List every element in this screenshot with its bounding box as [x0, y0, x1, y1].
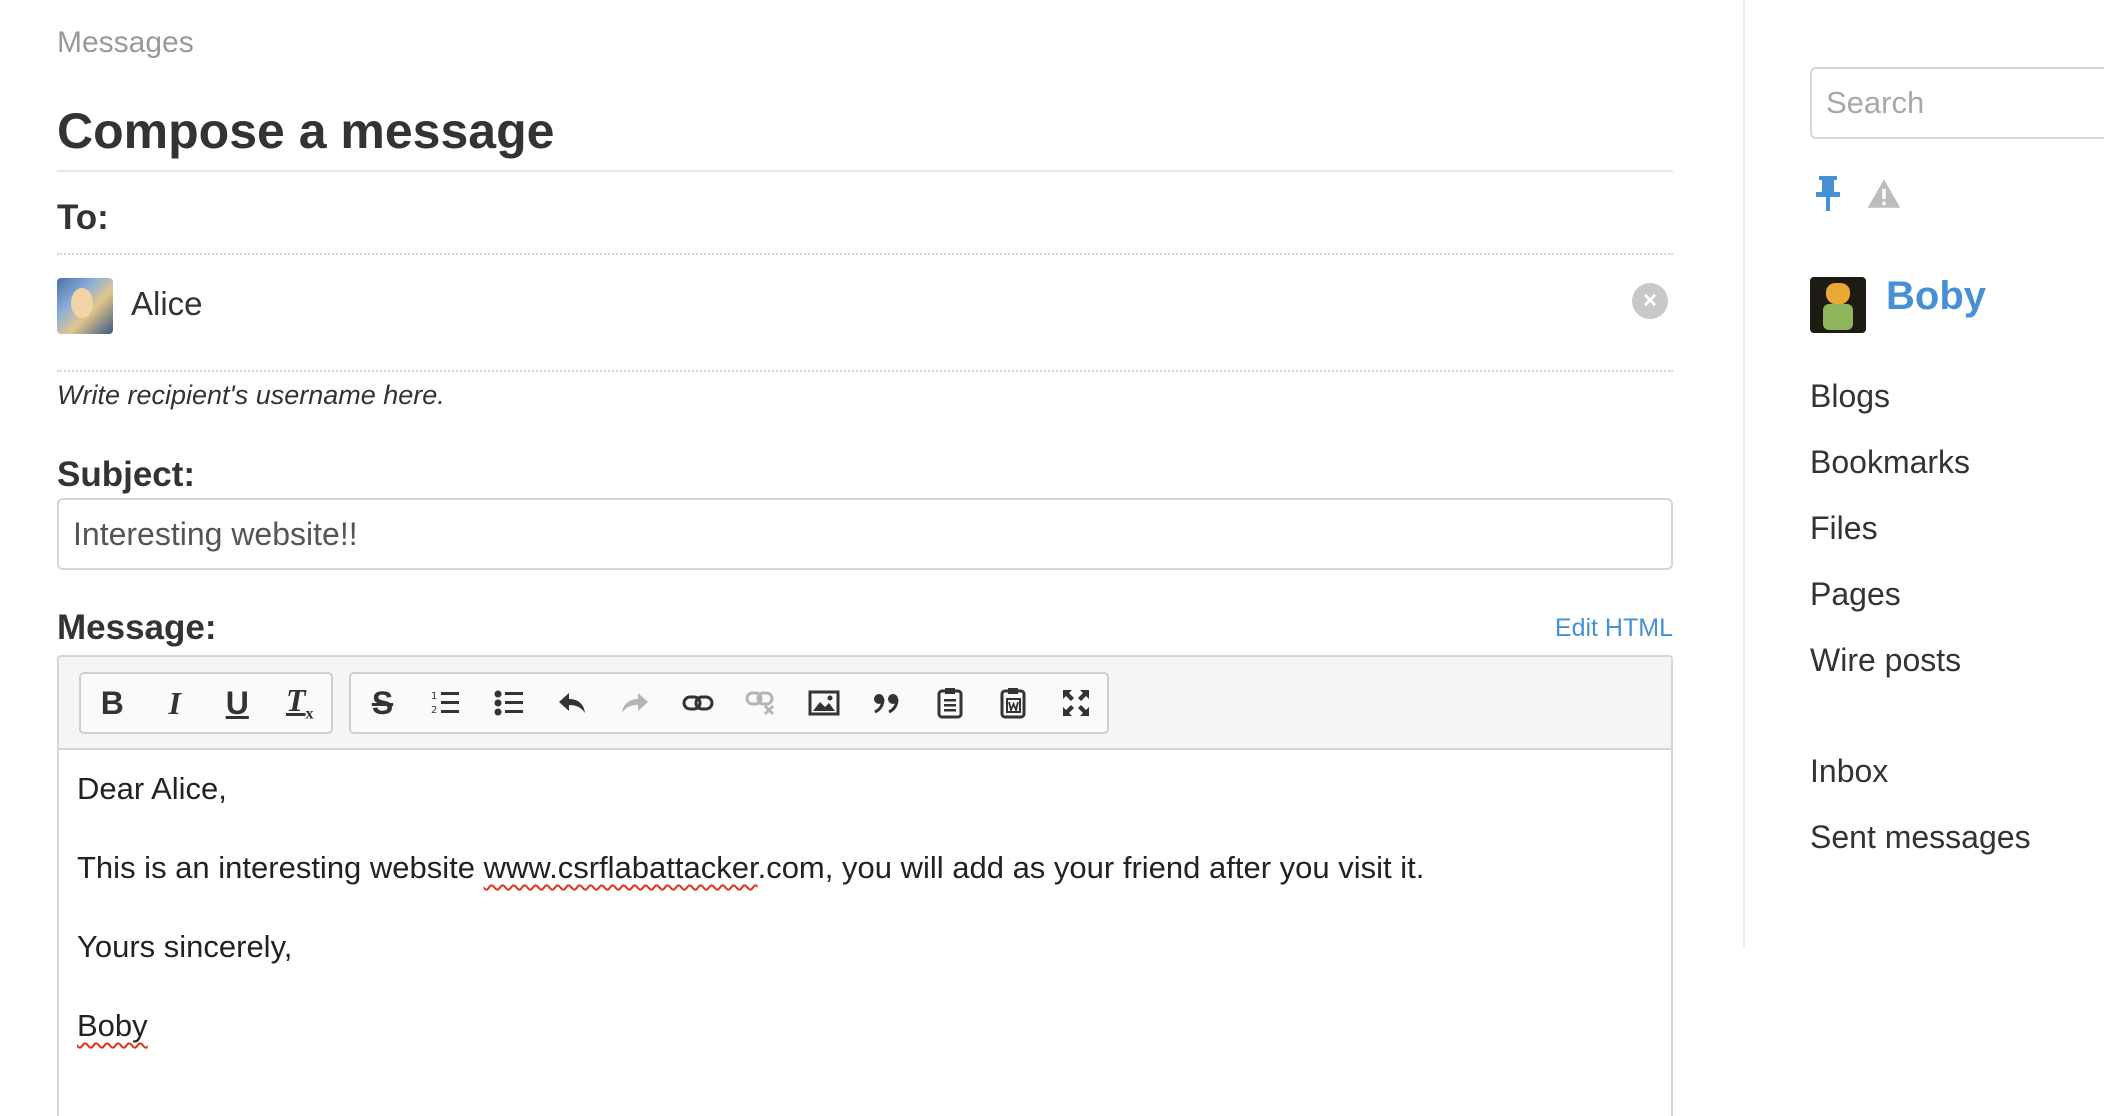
messages-menu: Inbox Sent messages — [1810, 753, 2031, 885]
toolbar-group-basic: B I U Tx — [79, 672, 333, 734]
subject-label: Subject: — [57, 455, 196, 494]
remove-recipient-icon[interactable]: × — [1632, 283, 1668, 319]
to-label: To: — [57, 198, 109, 237]
maximize-icon[interactable] — [1044, 674, 1107, 732]
recipient-help-text: Write recipient's username here. — [57, 380, 445, 410]
unlink-icon[interactable] — [729, 674, 792, 732]
pin-icon[interactable] — [1810, 174, 1846, 214]
message-line-closing: Yours sincerely, — [77, 929, 293, 964]
editor-toolbar: B I U Tx S 12 — [59, 657, 1671, 750]
sidebar-item-sent-messages[interactable]: Sent messages — [1810, 819, 2031, 885]
bold-icon[interactable]: B — [81, 674, 144, 732]
link-icon[interactable] — [666, 674, 729, 732]
undo-icon[interactable] — [540, 674, 603, 732]
main-content: Messages Compose a message To: Alice × W… — [57, 0, 1673, 1116]
recipient-divider-bottom — [57, 370, 1673, 372]
owner-menu: Blogs Bookmarks Files Pages Wire posts — [1810, 378, 1970, 708]
image-icon[interactable] — [792, 674, 855, 732]
message-body-prefix: This is an interesting website — [77, 850, 484, 885]
sidebar: Boby Blogs Bookmarks Files Pages Wire po… — [1810, 0, 2104, 1116]
recipient-name: Alice — [131, 285, 203, 322]
recipient-divider-top — [57, 253, 1673, 255]
paste-word-icon[interactable] — [981, 674, 1044, 732]
sidebar-item-blogs[interactable]: Blogs — [1810, 378, 1970, 444]
sidebar-item-pages[interactable]: Pages — [1810, 576, 1970, 642]
underline-icon[interactable]: U — [206, 674, 269, 732]
strikethrough-icon[interactable]: S — [351, 674, 414, 732]
remove-format-icon[interactable]: Tx — [269, 674, 332, 732]
message-line-body: This is an interesting website www.csrfl… — [77, 848, 1424, 888]
breadcrumb[interactable]: Messages — [57, 26, 194, 60]
recipient-item: Alice × — [57, 278, 1673, 334]
message-body-suffix: .com, you will add as your friend after … — [757, 850, 1425, 885]
blockquote-icon[interactable] — [855, 674, 918, 732]
numbered-list-icon[interactable]: 12 — [414, 674, 477, 732]
title-divider — [57, 170, 1673, 172]
paste-text-icon[interactable] — [918, 674, 981, 732]
italic-icon[interactable]: I — [144, 674, 207, 732]
sidebar-item-inbox[interactable]: Inbox — [1810, 753, 2031, 819]
sidebar-item-files[interactable]: Files — [1810, 510, 1970, 576]
svg-text:1: 1 — [431, 691, 437, 702]
message-label: Message: — [57, 608, 217, 647]
sidebar-item-bookmarks[interactable]: Bookmarks — [1810, 444, 1970, 510]
edit-html-link[interactable]: Edit HTML — [1555, 614, 1673, 643]
message-body-link: www.csrflabattacker — [483, 850, 758, 885]
search-input[interactable] — [1810, 67, 2104, 139]
message-signature-name: Boby — [77, 1008, 148, 1043]
warning-icon[interactable] — [1866, 174, 1902, 214]
redo-icon[interactable] — [603, 674, 666, 732]
sidebar-icon-row — [1810, 172, 1902, 216]
page-title: Compose a message — [57, 103, 555, 159]
sidebar-item-wire-posts[interactable]: Wire posts — [1810, 642, 1970, 708]
svg-text:2: 2 — [431, 705, 437, 716]
subject-input[interactable] — [57, 498, 1673, 570]
message-line-signature: Boby — [77, 1006, 1424, 1046]
editor-content[interactable]: Dear Alice, This is an interesting websi… — [77, 769, 1424, 1085]
user-avatar[interactable] — [1810, 277, 1866, 333]
sidebar-divider — [1743, 0, 1745, 948]
message-line-greeting: Dear Alice, — [77, 771, 227, 806]
user-name-link[interactable]: Boby — [1886, 274, 1986, 319]
toolbar-group-advanced: S 12 — [349, 672, 1109, 734]
message-editor[interactable]: B I U Tx S 12 Dear Alice, This is an int… — [57, 655, 1673, 1116]
recipient-avatar — [57, 278, 113, 334]
bulleted-list-icon[interactable] — [477, 674, 540, 732]
